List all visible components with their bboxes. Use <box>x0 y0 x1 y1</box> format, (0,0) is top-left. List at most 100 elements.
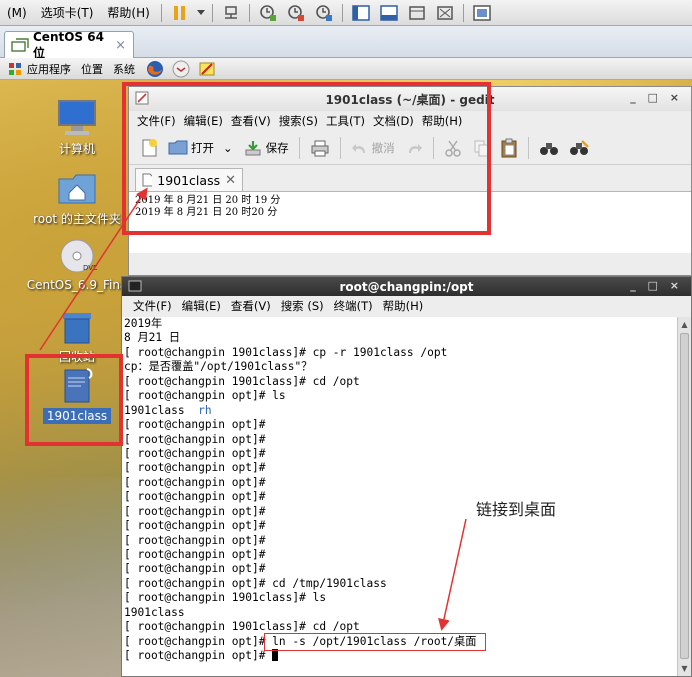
copy-icon <box>474 140 489 156</box>
desktop-icon-home[interactable]: root 的主文件夹 <box>29 168 125 227</box>
terminal-output[interactable]: 2019年 8 月21 日[ root@changpin 1901class]# … <box>122 317 678 676</box>
print-button[interactable] <box>307 139 333 157</box>
undo-button[interactable]: 撤消 <box>348 140 398 156</box>
host-tabbar: CentOS 64 位 × <box>0 26 692 60</box>
menu-item-file[interactable]: 文件(F) <box>128 298 177 314</box>
find-replace-button[interactable] <box>566 139 592 157</box>
text-line: 2019 年 8 月21 日 20 时 19 分 <box>135 195 281 206</box>
menu-item-edit[interactable]: 编辑(E) <box>177 298 226 314</box>
desktop-icon-label: 回收站 <box>58 350 95 364</box>
pause-icon[interactable] <box>171 4 189 22</box>
chevron-down-icon[interactable] <box>196 4 206 22</box>
terminal-line-text: [ root@changpin 1901class]# ls <box>124 591 327 605</box>
toolbar-separator <box>298 136 300 159</box>
window-controls[interactable]: _ □ × <box>630 91 683 104</box>
toolbar-separator <box>341 3 343 22</box>
text-editor-icon[interactable] <box>198 60 216 78</box>
terminal-line: [ root@changpin opt]# <box>124 490 678 504</box>
terminal-titlebar[interactable]: root@changpin:/opt _ □ × <box>122 277 691 296</box>
snapshot-restore-icon[interactable] <box>287 4 305 22</box>
open-button[interactable]: 打开 ⌄ <box>165 139 236 157</box>
terminal-window: root@changpin:/opt _ □ × 文件(F) 编辑(E) 查看(… <box>121 276 692 677</box>
menu-item-file[interactable]: 文件(F) <box>133 113 180 129</box>
sidebar-view-icon[interactable] <box>352 4 370 22</box>
desktop-icon-label: 1901class <box>42 408 112 424</box>
terminal-line: [ root@changpin opt]# ln -s /opt/1901cla… <box>124 635 678 649</box>
tab-vm[interactable]: CentOS 64 位 × <box>4 29 134 60</box>
toolbar-separator <box>462 3 464 22</box>
chevron-down-icon[interactable]: ⌄ <box>223 141 233 155</box>
terminal-line-text: [ root@changpin opt]# <box>124 649 273 663</box>
toolbar-separator <box>248 3 250 22</box>
gedit-menubar: 文件(F) 编辑(E) 查看(V) 搜索(S) 工具(T) 文档(D) 帮助(H… <box>129 111 691 131</box>
menu-item-documents[interactable]: 文档(D) <box>369 113 418 129</box>
terminal-line-text: [ root@changpin opt]# <box>124 432 266 446</box>
unity-view-icon[interactable] <box>473 4 491 22</box>
fit-window-icon[interactable] <box>408 4 426 22</box>
menu-item-search[interactable]: 搜索(S) <box>275 113 322 129</box>
gnome-top-panel: 应用程序 位置 系统 <box>0 58 692 80</box>
desktop-icon-label: root 的主文件夹 <box>33 212 121 226</box>
terminal-line: [ root@changpin opt]# <box>124 447 678 461</box>
close-icon[interactable]: × <box>115 38 126 53</box>
network-icon[interactable] <box>222 4 240 22</box>
menu-item-terminal[interactable]: 终端(T) <box>329 298 378 314</box>
host-menu-item[interactable]: (M) <box>0 6 34 20</box>
copy-button[interactable] <box>469 139 493 157</box>
terminal-line-text: cp：是否覆盖"/opt/1901class"？ <box>124 360 313 374</box>
find-button[interactable] <box>536 139 562 157</box>
firefox-icon[interactable] <box>146 60 164 78</box>
panel-menu-system[interactable]: 系统 <box>108 61 140 77</box>
cut-button[interactable] <box>441 139 465 157</box>
terminal-line: 1901class <box>124 606 678 620</box>
desktop-icon-dvd[interactable]: DVD CentOS_6.9_Fina <box>26 236 128 292</box>
desktop-icon-computer[interactable]: 计算机 <box>29 98 125 157</box>
new-document-button[interactable] <box>137 138 161 158</box>
save-label: 保存 <box>265 140 289 155</box>
close-tab-icon[interactable]: ✕ <box>225 173 236 188</box>
menu-item-view[interactable]: 查看(V) <box>227 113 275 129</box>
host-menu-item-tabs[interactable]: 选项卡(T) <box>34 4 101 21</box>
fullscreen-icon[interactable] <box>436 4 454 22</box>
desktop-icon-1901class[interactable]: 1901class <box>29 366 125 424</box>
menu-item-edit[interactable]: 编辑(E) <box>180 113 227 129</box>
paste-button[interactable] <box>497 138 521 158</box>
scrollbar-thumb[interactable] <box>680 333 689 659</box>
terminal-line: [ root@changpin 1901class]# cp -r 1901cl… <box>124 346 678 360</box>
gedit-titlebar[interactable]: 1901class (~/桌面) - gedit _ □ × <box>129 87 691 111</box>
snapshot-icon[interactable] <box>259 4 277 22</box>
save-button[interactable]: 保存 <box>240 139 292 157</box>
scroll-up-icon[interactable]: ▲ <box>678 318 691 331</box>
tab-label: CentOS 64 位 <box>33 29 104 60</box>
host-menu-item-help[interactable]: 帮助(H) <box>100 4 156 21</box>
menu-item-tools[interactable]: 工具(T) <box>322 113 369 129</box>
panel-menu-places[interactable]: 位置 <box>76 61 108 77</box>
scroll-down-icon[interactable]: ▼ <box>678 662 691 675</box>
window-controls[interactable]: _ □ × <box>630 279 683 292</box>
save-icon <box>245 140 261 155</box>
terminal-scrollbar[interactable]: ▲ ▼ <box>677 317 691 676</box>
redo-button[interactable] <box>402 140 426 156</box>
desktop-icon-label: CentOS_6.9_Fina <box>26 278 128 292</box>
mail-client-icon[interactable] <box>172 60 190 78</box>
svg-text:DVD: DVD <box>83 264 97 272</box>
new-document-icon <box>142 138 157 156</box>
undo-icon <box>351 143 365 153</box>
gedit-text-area[interactable]: 2019 年 8 月21 日 20 时 19 分 2019 年 8 月21 日 … <box>129 191 691 253</box>
panel-menu-applications[interactable]: 应用程序 <box>22 61 76 77</box>
snapshot-manager-icon[interactable] <box>315 4 333 22</box>
terminal-line: [ root@changpin opt]# <box>124 505 678 519</box>
desktop-icon-trash[interactable]: 回收站 <box>29 306 125 365</box>
dvd-icon: DVD <box>56 236 98 276</box>
terminal-line-text: [ root@changpin 1901class]# cd /opt <box>124 374 360 388</box>
menu-item-view[interactable]: 查看(V) <box>226 298 276 314</box>
menu-item-search[interactable]: 搜索 (S) <box>276 298 329 314</box>
directory-name: rh <box>198 403 212 417</box>
toolbar-separator <box>432 136 434 159</box>
tab-document[interactable]: 1901class ✕ <box>135 168 243 191</box>
terminal-line-text: [ root@changpin opt]# <box>124 504 266 518</box>
folder-open-icon <box>168 140 188 154</box>
console-view-icon[interactable] <box>380 4 398 22</box>
menu-item-help[interactable]: 帮助(H) <box>378 298 429 314</box>
menu-item-help[interactable]: 帮助(H) <box>418 113 467 129</box>
